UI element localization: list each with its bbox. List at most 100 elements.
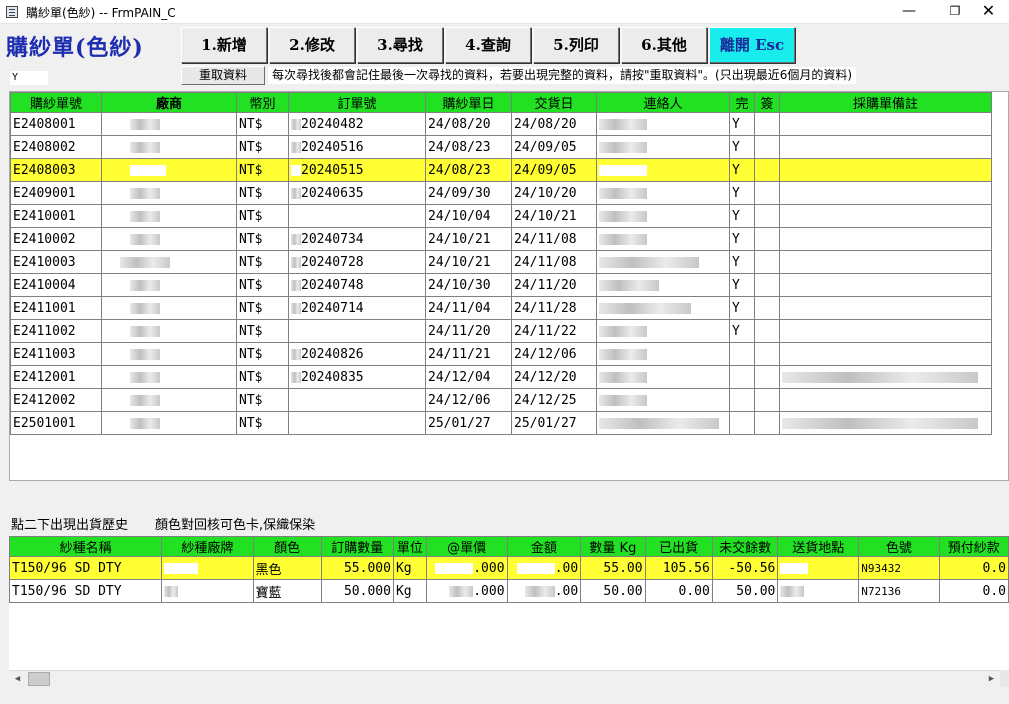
- col-header[interactable]: 已出貨: [644, 536, 713, 557]
- order-ref-number: 20240714: [301, 300, 364, 316]
- col-header[interactable]: 數量 Kg: [580, 536, 646, 557]
- done-flag: Y: [729, 181, 755, 205]
- col-header[interactable]: 交貨日: [511, 92, 597, 113]
- col-header[interactable]: 金額: [506, 536, 582, 557]
- vendor-cell: [101, 227, 237, 251]
- col-header[interactable]: 完: [729, 92, 755, 113]
- col-header[interactable]: 預付紗款: [938, 536, 1009, 557]
- query-button[interactable]: 4.查詢: [445, 27, 531, 63]
- table-row[interactable]: E2410003 NT$ 20240728 24/10/21 24/11/08 Y: [10, 250, 992, 274]
- table-row[interactable]: E2411001 NT$ 20240714 24/11/04 24/11/28 Y: [10, 296, 992, 320]
- remark-cell: [779, 204, 992, 228]
- table-row-selected[interactable]: T150/96 SD DTY 黑色 55.000 Kg .000 .00 55.…: [9, 556, 1009, 580]
- col-header[interactable]: 紗種名稱: [9, 536, 163, 557]
- order-ref: 20240714: [288, 296, 426, 320]
- col-header[interactable]: 幣別: [236, 92, 289, 113]
- currency: NT$: [236, 365, 289, 389]
- col-header[interactable]: 連絡人: [596, 92, 730, 113]
- redacted-block: [130, 210, 160, 222]
- table-row[interactable]: E2412001 NT$ 20240835 24/12/04 24/12/20: [10, 365, 992, 389]
- col-header[interactable]: 訂購數量: [320, 536, 394, 557]
- sign-flag: [754, 273, 780, 297]
- col-header[interactable]: 訂單號: [288, 92, 426, 113]
- order-ref-number: 20240835: [301, 369, 364, 385]
- find-button[interactable]: 3.尋找: [357, 27, 443, 63]
- redacted-block: [599, 348, 647, 360]
- horizontal-scrollbar[interactable]: ◀ ▶: [9, 670, 1000, 687]
- redacted-block: [130, 279, 160, 291]
- title-bar: 購紗單(色紗) -- FrmPAIN_C — ❐ ✕: [0, 0, 1009, 24]
- scroll-right-icon[interactable]: ▶: [983, 671, 1000, 687]
- col-header[interactable]: 顏色: [252, 536, 322, 557]
- table-row-selected[interactable]: E2408003 NT$ 20240515 24/08/23 24/09/05 Y: [10, 158, 992, 182]
- col-header[interactable]: 廠商: [101, 92, 237, 113]
- currency: NT$: [236, 250, 289, 274]
- order-no: E2412002: [10, 388, 102, 412]
- col-header[interactable]: 購紗單日: [425, 92, 512, 113]
- ship-date: 25/01/27: [511, 411, 597, 435]
- table-row[interactable]: E2412002 NT$ 24/12/06 24/12/25: [10, 388, 992, 412]
- order-ref: 20240835: [288, 365, 426, 389]
- remark-cell: [779, 273, 992, 297]
- filter-input[interactable]: Y: [10, 71, 48, 85]
- redacted-block: [291, 187, 301, 199]
- sign-flag: [754, 388, 780, 412]
- table-row[interactable]: E2408001 NT$ 20240482 24/08/20 24/08/20 Y: [10, 112, 992, 136]
- order-no: E2409001: [10, 181, 102, 205]
- table-row[interactable]: E2410004 NT$ 20240748 24/10/30 24/11/20 Y: [10, 273, 992, 297]
- orders-grid[interactable]: 購紗單號 廠商 幣別 訂單號 購紗單日 交貨日 連絡人 完 簽 採購單備註 E2…: [9, 91, 1009, 481]
- exit-button[interactable]: 離開 Esc: [709, 27, 795, 63]
- ship-date: 24/08/20: [511, 112, 597, 136]
- print-button[interactable]: 5.列印: [533, 27, 619, 63]
- order-no: E2408003: [10, 158, 102, 182]
- table-row[interactable]: E2410002 NT$ 20240734 24/10/21 24/11/08 Y: [10, 227, 992, 251]
- redacted-block: [130, 302, 160, 314]
- table-row[interactable]: T150/96 SD DTY 寶藍 50.000 Kg .000 .00 50.…: [9, 579, 1009, 603]
- delivery-place: [777, 579, 860, 603]
- other-button[interactable]: 6.其他: [621, 27, 707, 63]
- new-button[interactable]: 1.新增: [181, 27, 267, 63]
- orders-table: 購紗單號 廠商 幣別 訂單號 購紗單日 交貨日 連絡人 完 簽 採購單備註 E2…: [10, 92, 992, 435]
- buy-date: 24/10/21: [425, 250, 512, 274]
- ship-date: 24/11/22: [511, 319, 597, 343]
- table-row[interactable]: E2411002 NT$ 24/11/20 24/11/22 Y: [10, 319, 992, 343]
- redacted-block: [599, 187, 647, 199]
- minimize-icon[interactable]: —: [886, 0, 932, 24]
- table-row[interactable]: E2411003 NT$ 20240826 24/11/21 24/12/06: [10, 342, 992, 366]
- scroll-thumb[interactable]: [28, 672, 50, 686]
- done-flag: Y: [729, 204, 755, 228]
- sign-flag: [754, 319, 780, 343]
- redacted-block: [782, 417, 978, 429]
- vendor-cell: [101, 204, 237, 228]
- orders-header-row: 購紗單號 廠商 幣別 訂單號 購紗單日 交貨日 連絡人 完 簽 採購單備註: [10, 92, 992, 113]
- close-icon[interactable]: ✕: [968, 0, 1009, 24]
- col-header[interactable]: 採購單備註: [779, 92, 992, 113]
- col-header[interactable]: 紗種廠牌: [161, 536, 254, 557]
- col-header[interactable]: 單位: [392, 536, 427, 557]
- table-row[interactable]: E2501001 NT$ 25/01/27 25/01/27: [10, 411, 992, 435]
- reload-button[interactable]: 重取資料: [181, 66, 265, 85]
- details-grid[interactable]: 紗種名稱 紗種廠牌 顏色 訂購數量 單位 @單價 金額 數量 Kg 已出貨 未交…: [9, 536, 1009, 670]
- order-no: E2411003: [10, 342, 102, 366]
- shipped: 0.00: [644, 579, 713, 603]
- redacted-block: [599, 164, 647, 176]
- remark-cell: [779, 411, 992, 435]
- sign-flag: [754, 135, 780, 159]
- col-header[interactable]: 色號: [858, 536, 940, 557]
- edit-button[interactable]: 2.修改: [269, 27, 355, 63]
- table-row[interactable]: E2409001 NT$ 20240635 24/09/30 24/10/20 Y: [10, 181, 992, 205]
- delivery-place: [777, 556, 860, 580]
- currency: NT$: [236, 135, 289, 159]
- order-ref: [288, 319, 426, 343]
- contact-cell: [596, 273, 730, 297]
- table-row[interactable]: E2408002 NT$ 20240516 24/08/23 24/09/05 Y: [10, 135, 992, 159]
- col-header[interactable]: 購紗單號: [10, 92, 102, 113]
- scroll-left-icon[interactable]: ◀: [9, 671, 26, 687]
- sign-flag: [754, 158, 780, 182]
- col-header[interactable]: 簽: [754, 92, 780, 113]
- remark-cell: [779, 181, 992, 205]
- col-header[interactable]: 送貨地點: [777, 536, 860, 557]
- table-row[interactable]: E2410001 NT$ 24/10/04 24/10/21 Y: [10, 204, 992, 228]
- col-header[interactable]: @單價: [425, 536, 508, 557]
- col-header[interactable]: 未交餘數: [711, 536, 779, 557]
